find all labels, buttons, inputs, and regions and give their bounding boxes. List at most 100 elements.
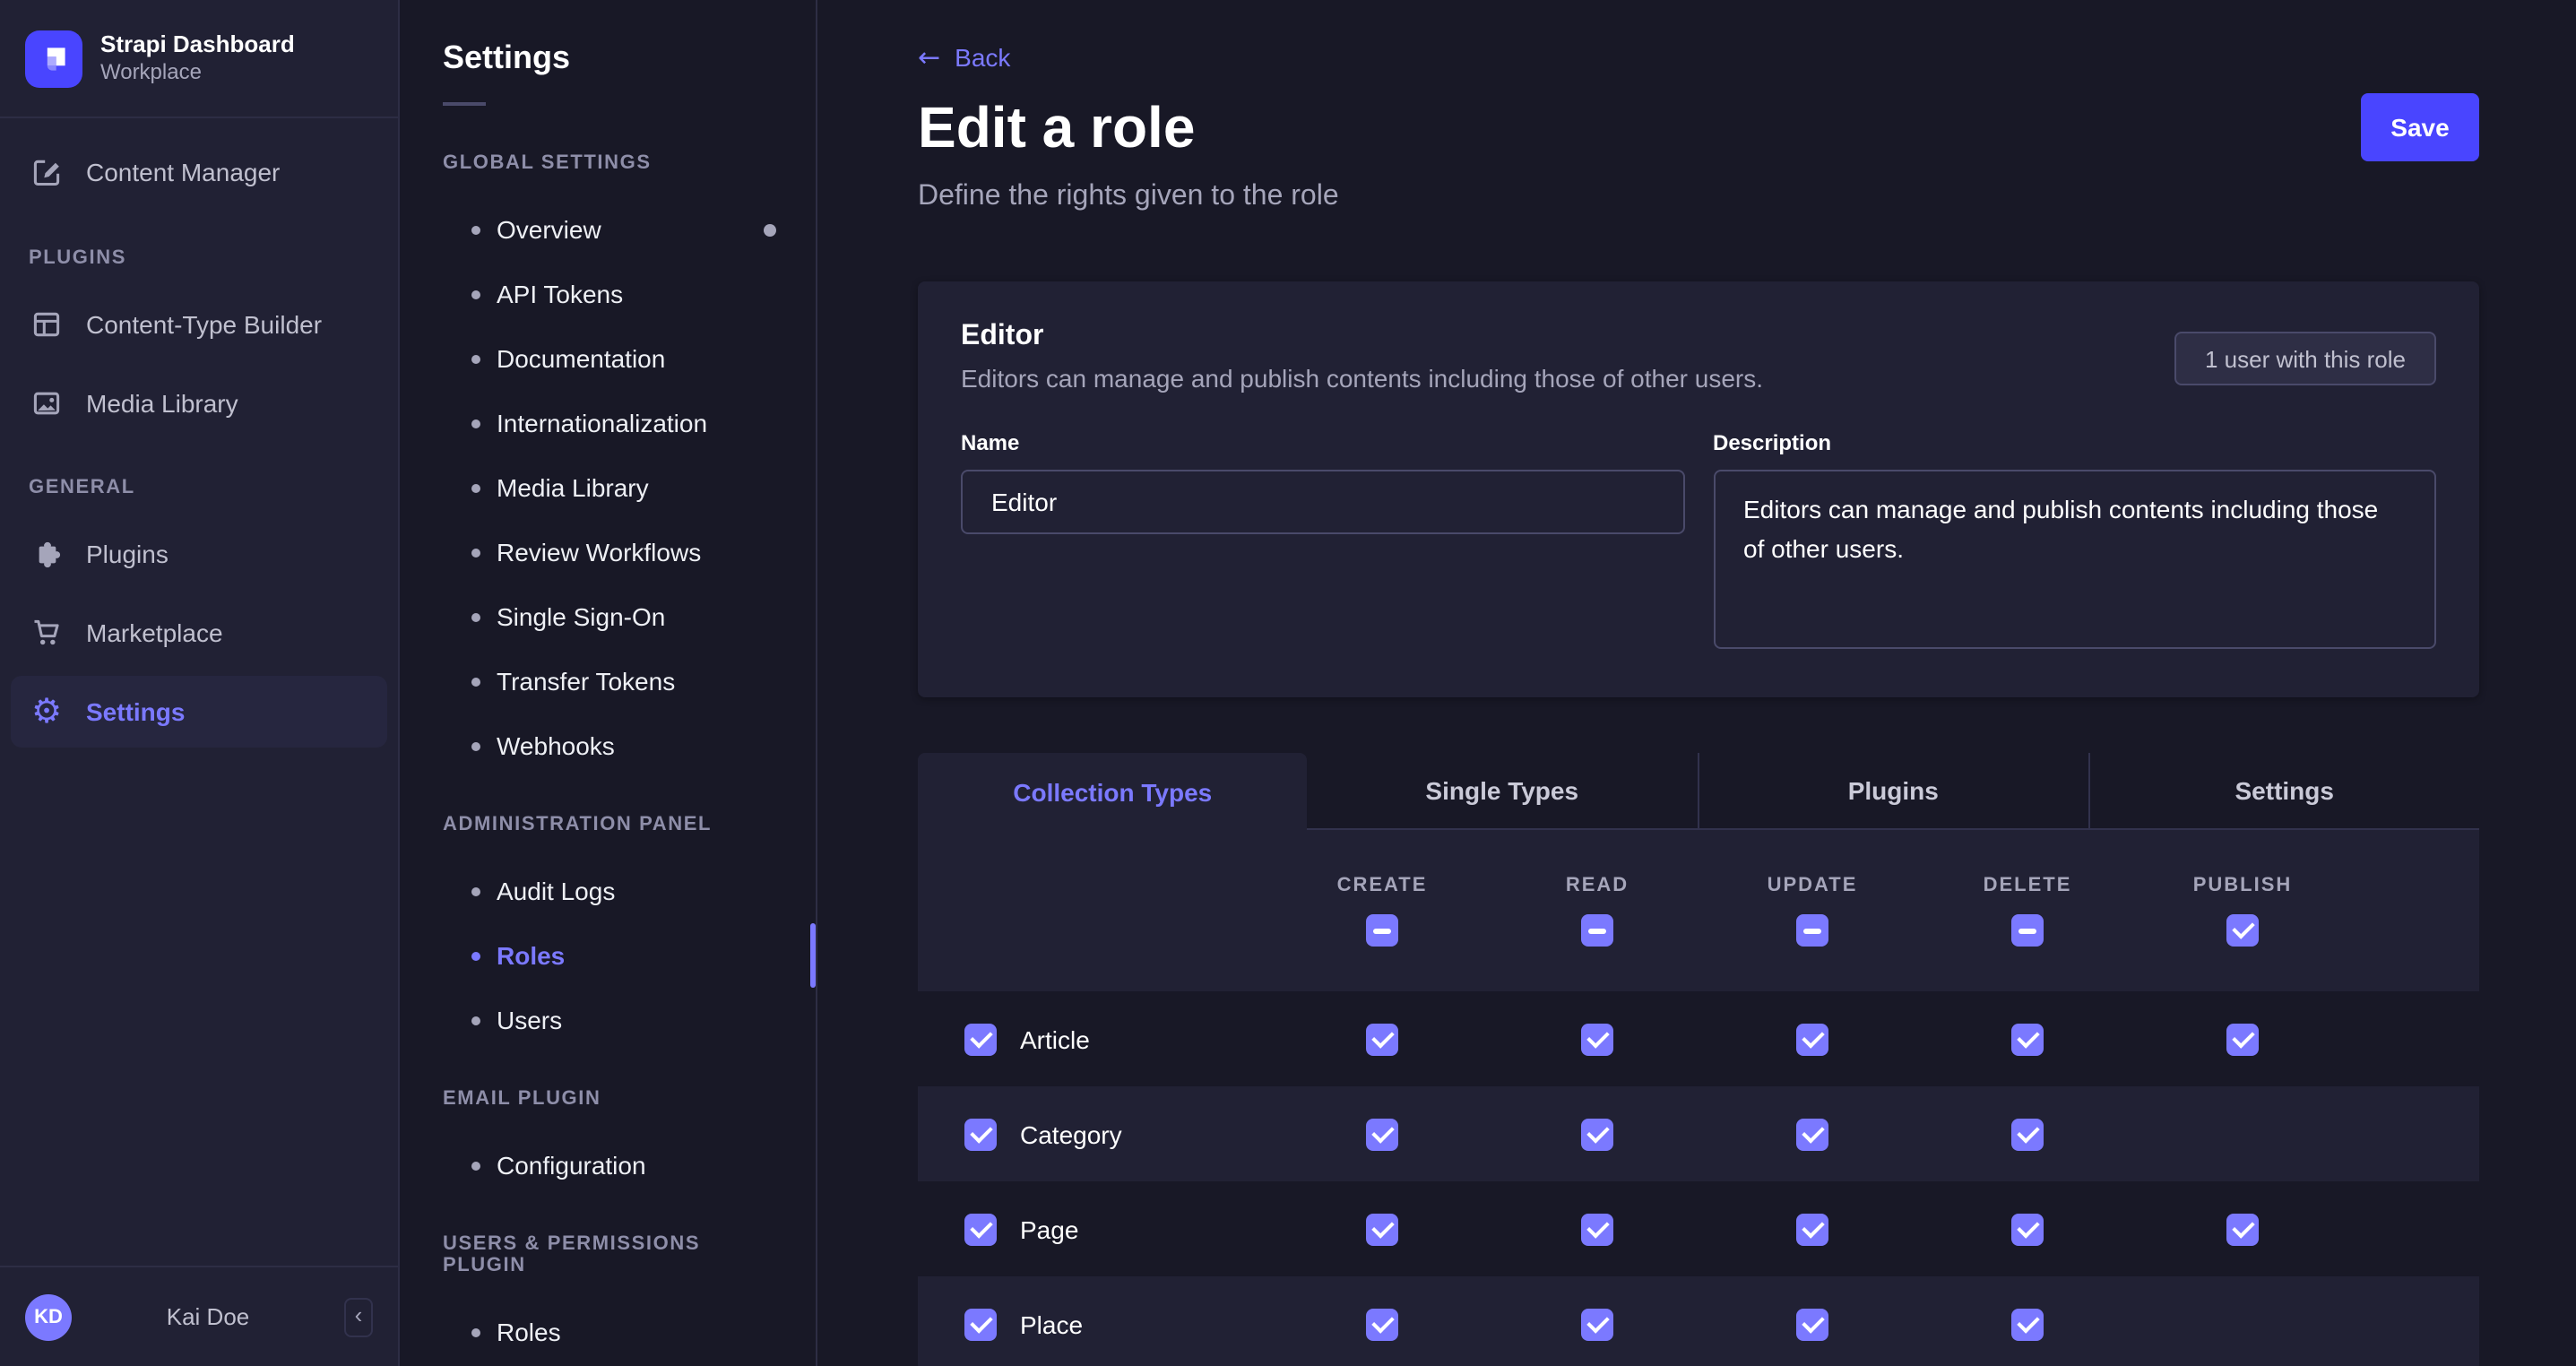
subnav-item-audit-logs[interactable]: Audit Logs [400,859,816,923]
bullet-icon [471,677,480,686]
bullet-icon [471,1327,480,1336]
place-create-checkbox[interactable] [1366,1308,1398,1340]
column-header-create: CREATE [1337,875,1428,896]
role-summary: Editors can manage and publish contents … [961,364,1763,393]
nav-item-marketplace[interactable]: Marketplace [11,597,387,669]
row-label: Category [1020,1120,1122,1148]
subnav-item-label: Overview [497,215,601,244]
user-name: Kai Doe [86,1303,330,1330]
category-delete-checkbox[interactable] [2011,1118,2044,1150]
subnav-item-api-tokens[interactable]: API Tokens [400,262,816,326]
article-update-checkbox[interactable] [1796,1023,1828,1055]
subnav-item-label: Review Workflows [497,538,701,566]
place-update-checkbox[interactable] [1796,1308,1828,1340]
select-all-update-checkbox[interactable] [1796,914,1828,947]
subnav-title: Settings [400,39,816,77]
column-header-read: READ [1566,875,1629,896]
description-field-label: Description [1713,430,2436,455]
name-input[interactable] [961,470,1684,534]
nav-item-media-library[interactable]: Media Library [11,367,387,439]
subnav-item-label: Configuration [497,1151,646,1180]
page-read-checkbox[interactable] [1581,1213,1613,1245]
article-delete-checkbox[interactable] [2011,1023,2044,1055]
subnav-section-users-permissions-plugin: USERS & PERMISSIONS PLUGIN [400,1233,816,1276]
subnav-item-review-workflows[interactable]: Review Workflows [400,520,816,584]
nav-item-label: Content Manager [86,158,280,186]
page-delete-checkbox[interactable] [2011,1213,2044,1245]
subnav-item-users[interactable]: Users [400,988,816,1052]
subnav-item-label: Transfer Tokens [497,667,675,696]
main-content: ← Back Edit a role Save Define the right… [817,0,2576,1366]
subnav-item-up-roles[interactable]: Roles [400,1300,816,1364]
subnav-item-configuration[interactable]: Configuration [400,1133,816,1197]
media-library-icon [29,385,65,421]
subnav-item-documentation[interactable]: Documentation [400,326,816,391]
nav-item-settings[interactable]: ⚙ Settings [11,676,387,748]
shopping-cart-icon [29,615,65,651]
workspace-switcher[interactable]: Strapi Dashboard Workplace [0,0,398,118]
bullet-icon [471,419,480,428]
collapse-sidebar-button[interactable]: ‹ [344,1297,373,1336]
back-link[interactable]: ← Back [918,43,1010,72]
page-create-checkbox[interactable] [1366,1213,1398,1245]
bullet-icon [471,951,480,960]
subnav-item-internationalization[interactable]: Internationalization [400,391,816,455]
nav-item-content-type-builder[interactable]: Content-Type Builder [11,289,387,360]
nav-item-plugins[interactable]: Plugins [11,518,387,590]
permissions-header-row: CREATE READ UPDATE DELETE PUBLISH [918,830,2479,991]
title-divider [443,102,486,106]
save-button[interactable]: Save [2361,93,2479,161]
select-all-delete-checkbox[interactable] [2011,914,2044,947]
user-menu[interactable]: KD Kai Doe ‹ [0,1266,398,1366]
tab-collection-types[interactable]: Collection Types [918,753,1308,830]
notification-dot-icon [764,223,776,236]
table-row-article: Article [918,991,2479,1086]
nav-section-general: GENERAL [0,477,398,498]
article-publish-checkbox[interactable] [2226,1023,2259,1055]
description-textarea[interactable]: Editors can manage and publish contents … [1713,470,2436,649]
place-delete-checkbox[interactable] [2011,1308,2044,1340]
subnav-item-transfer-tokens[interactable]: Transfer Tokens [400,649,816,713]
chevron-left-icon: ‹ [355,1301,363,1328]
select-all-read-checkbox[interactable] [1581,914,1613,947]
nav-item-label: Settings [86,697,185,726]
subnav-item-roles[interactable]: Roles [400,923,816,988]
subnav-item-webhooks[interactable]: Webhooks [400,713,816,778]
row-checkbox[interactable] [964,1213,997,1245]
bullet-icon [471,548,480,557]
subnav-item-label: Audit Logs [497,877,615,905]
users-with-role-button[interactable]: 1 user with this role [2174,332,2436,385]
row-checkbox[interactable] [964,1118,997,1150]
category-create-checkbox[interactable] [1366,1118,1398,1150]
bullet-icon [471,225,480,234]
row-checkbox[interactable] [964,1308,997,1340]
subnav-item-media-library[interactable]: Media Library [400,455,816,520]
row-label: Place [1020,1310,1083,1338]
tab-plugins[interactable]: Plugins [1697,753,2088,830]
article-create-checkbox[interactable] [1366,1023,1398,1055]
column-header-publish: PUBLISH [2193,875,2293,896]
table-row-category: Category [918,1086,2479,1181]
page-publish-checkbox[interactable] [2226,1213,2259,1245]
tab-single-types[interactable]: Single Types [1308,753,1698,830]
article-read-checkbox[interactable] [1581,1023,1613,1055]
bullet-icon [471,741,480,750]
row-checkbox[interactable] [964,1023,997,1055]
select-all-publish-checkbox[interactable] [2226,914,2259,947]
nav-item-label: Media Library [86,389,238,418]
content-type-builder-icon [29,307,65,342]
tab-settings[interactable]: Settings [2088,753,2480,830]
subnav-item-label: Documentation [497,344,665,373]
nav-item-content-manager[interactable]: Content Manager [11,136,387,208]
page-update-checkbox[interactable] [1796,1213,1828,1245]
bullet-icon [471,483,480,492]
subnav-item-overview[interactable]: Overview [400,197,816,262]
category-update-checkbox[interactable] [1796,1118,1828,1150]
content-manager-icon [29,154,65,190]
subnav-section-global-settings: GLOBAL SETTINGS [400,152,816,174]
settings-subnav: Settings GLOBAL SETTINGS Overview API To… [400,0,817,1366]
category-read-checkbox[interactable] [1581,1118,1613,1150]
subnav-item-single-sign-on[interactable]: Single Sign-On [400,584,816,649]
place-read-checkbox[interactable] [1581,1308,1613,1340]
select-all-create-checkbox[interactable] [1366,914,1398,947]
